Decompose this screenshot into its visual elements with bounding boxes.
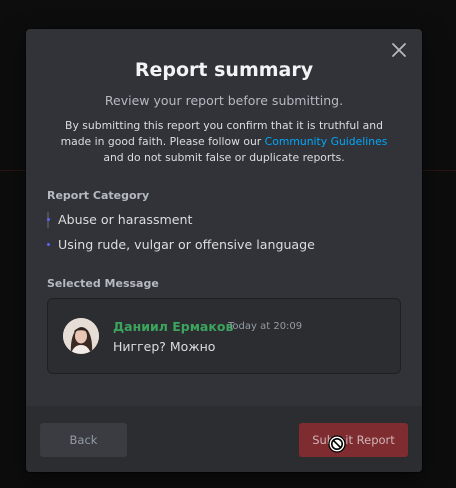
disclaimer-text: By submitting this report you confirm th…: [56, 118, 392, 166]
back-button[interactable]: Back: [40, 423, 127, 457]
submit-report-button[interactable]: Submit Report: [299, 423, 408, 457]
modal-title: Report summary: [134, 59, 314, 81]
report-summary-modal: Report summary Review your report before…: [26, 29, 422, 472]
user-avatar-icon: [63, 318, 99, 354]
category-item-label: Abuse or harassment: [58, 212, 193, 227]
category-item-label: Using rude, vulgar or offensive language: [58, 237, 315, 252]
community-guidelines-link[interactable]: Community Guidelines: [265, 135, 388, 148]
report-category-list: Abuse or harassment Using rude, vulgar o…: [47, 210, 397, 260]
report-category-label: Report Category: [47, 189, 150, 202]
message-timestamp: Today at 20:09: [228, 321, 303, 332]
report-category-item: Using rude, vulgar or offensive language: [47, 235, 397, 260]
category-bullet-icon: [47, 218, 50, 221]
selected-message-label: Selected Message: [47, 277, 159, 290]
selected-message-card: Даниил Ермаков Today at 20:09 Ниггер? Мо…: [47, 298, 401, 374]
not-allowed-cursor-icon: [328, 435, 346, 453]
avatar: [63, 318, 99, 354]
message-content: Ниггер? Можно: [113, 339, 216, 354]
close-button[interactable]: [388, 39, 410, 61]
close-icon: [392, 43, 406, 57]
disclaimer-text-end: and do not submit false or duplicate rep…: [103, 151, 345, 164]
modal-subtitle: Review your report before submitting.: [104, 93, 344, 108]
category-bullet-icon: [47, 243, 50, 246]
report-category-item: Abuse or harassment: [47, 210, 397, 235]
message-author[interactable]: Даниил Ермаков: [113, 319, 233, 334]
modal-footer: Back Submit Report: [26, 406, 422, 472]
